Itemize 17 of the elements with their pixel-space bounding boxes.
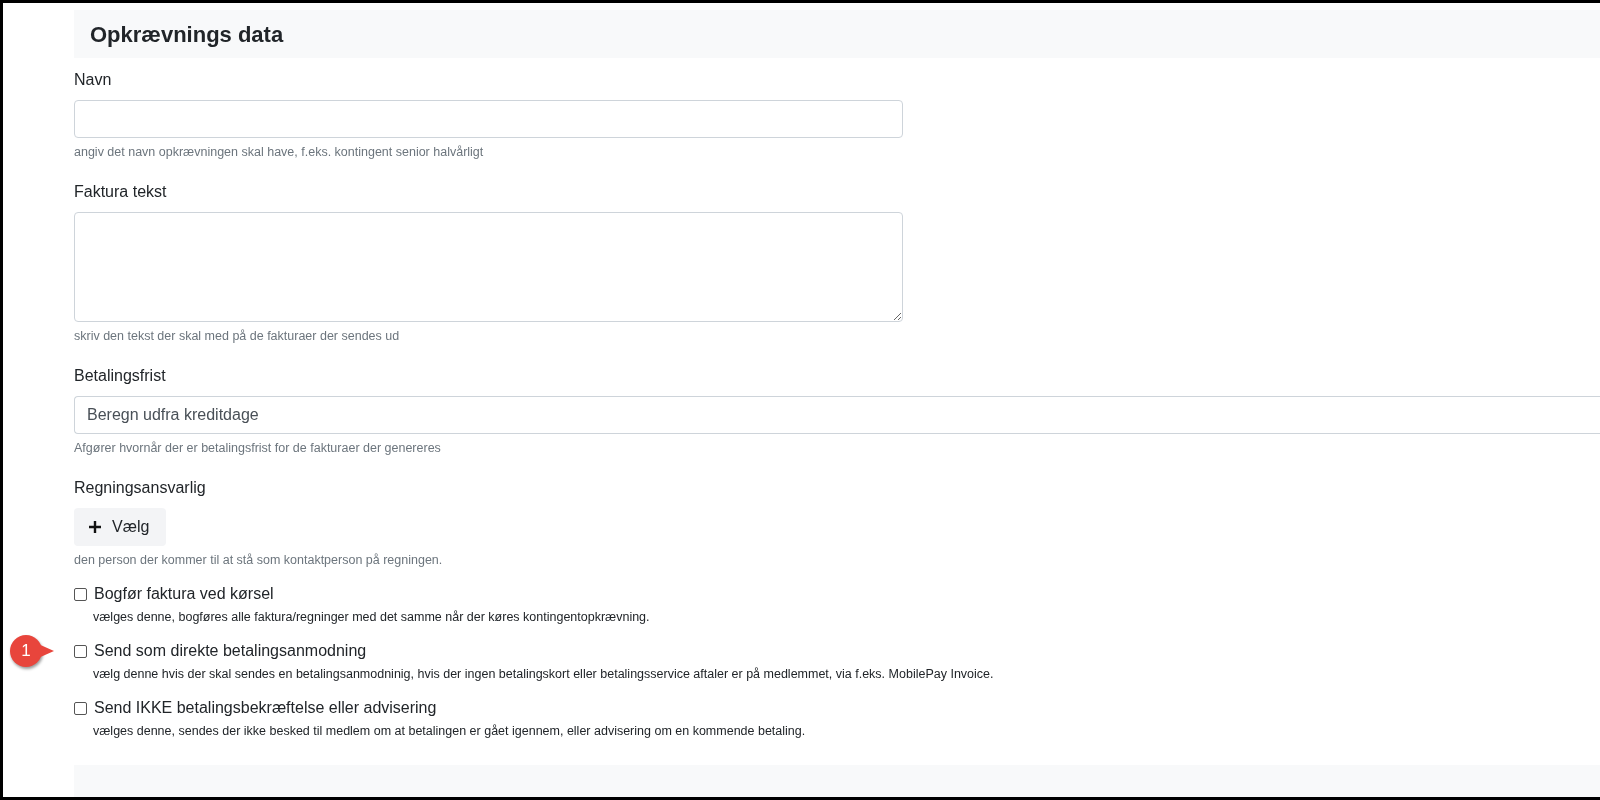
checkbox-hint: vælg denne hvis der skal sendes en betalingsanmodninig, hvis der ingen betalingskort eller betalingsservice aftaler er på medlemmet, via f.eks. MobilePay Invoice. [92,666,995,682]
field-label: Navn [74,70,113,90]
field-hint: skriv den tekst der skal med på de fakturaer der sendes ud [74,328,401,344]
field-hint: angiv det navn opkrævningen skal have, f.eks. kontingent senior halvårligt [74,144,485,160]
field-label: Regningsansvarlig [74,478,207,498]
field-hint: den person der kommer til at stå som kontaktperson på regningen. [74,552,444,568]
field-label: Betalingsfrist [74,366,167,386]
choose-button[interactable]: Vælg [74,508,166,546]
checkbox-label: Send som direkte betalingsanmodning [94,641,367,661]
checkbox-hint: vælges denne, sendes der ikke besked til medlem om at betalingen er gået igennem, eller advisering om en kommende betaling. [92,723,807,739]
field-label: Faktura tekst [74,182,168,202]
deadline-select[interactable]: Beregn udfra kreditdage [74,396,1600,434]
field-hint: Afgører hvornår der er betalingsfrist for de fakturaer der genereres [74,440,442,456]
section-title: Opkrævnings data [90,20,284,49]
checkbox-label: Bogfør faktura ved kørsel [94,584,274,604]
checkbox-label: Send IKKE betalingsbekræftelse eller advisering [94,698,437,718]
checkbox-hint: vælges denne, bogføres alle faktura/regninger med det samme når der køres kontingentopkrævning. [92,609,651,625]
